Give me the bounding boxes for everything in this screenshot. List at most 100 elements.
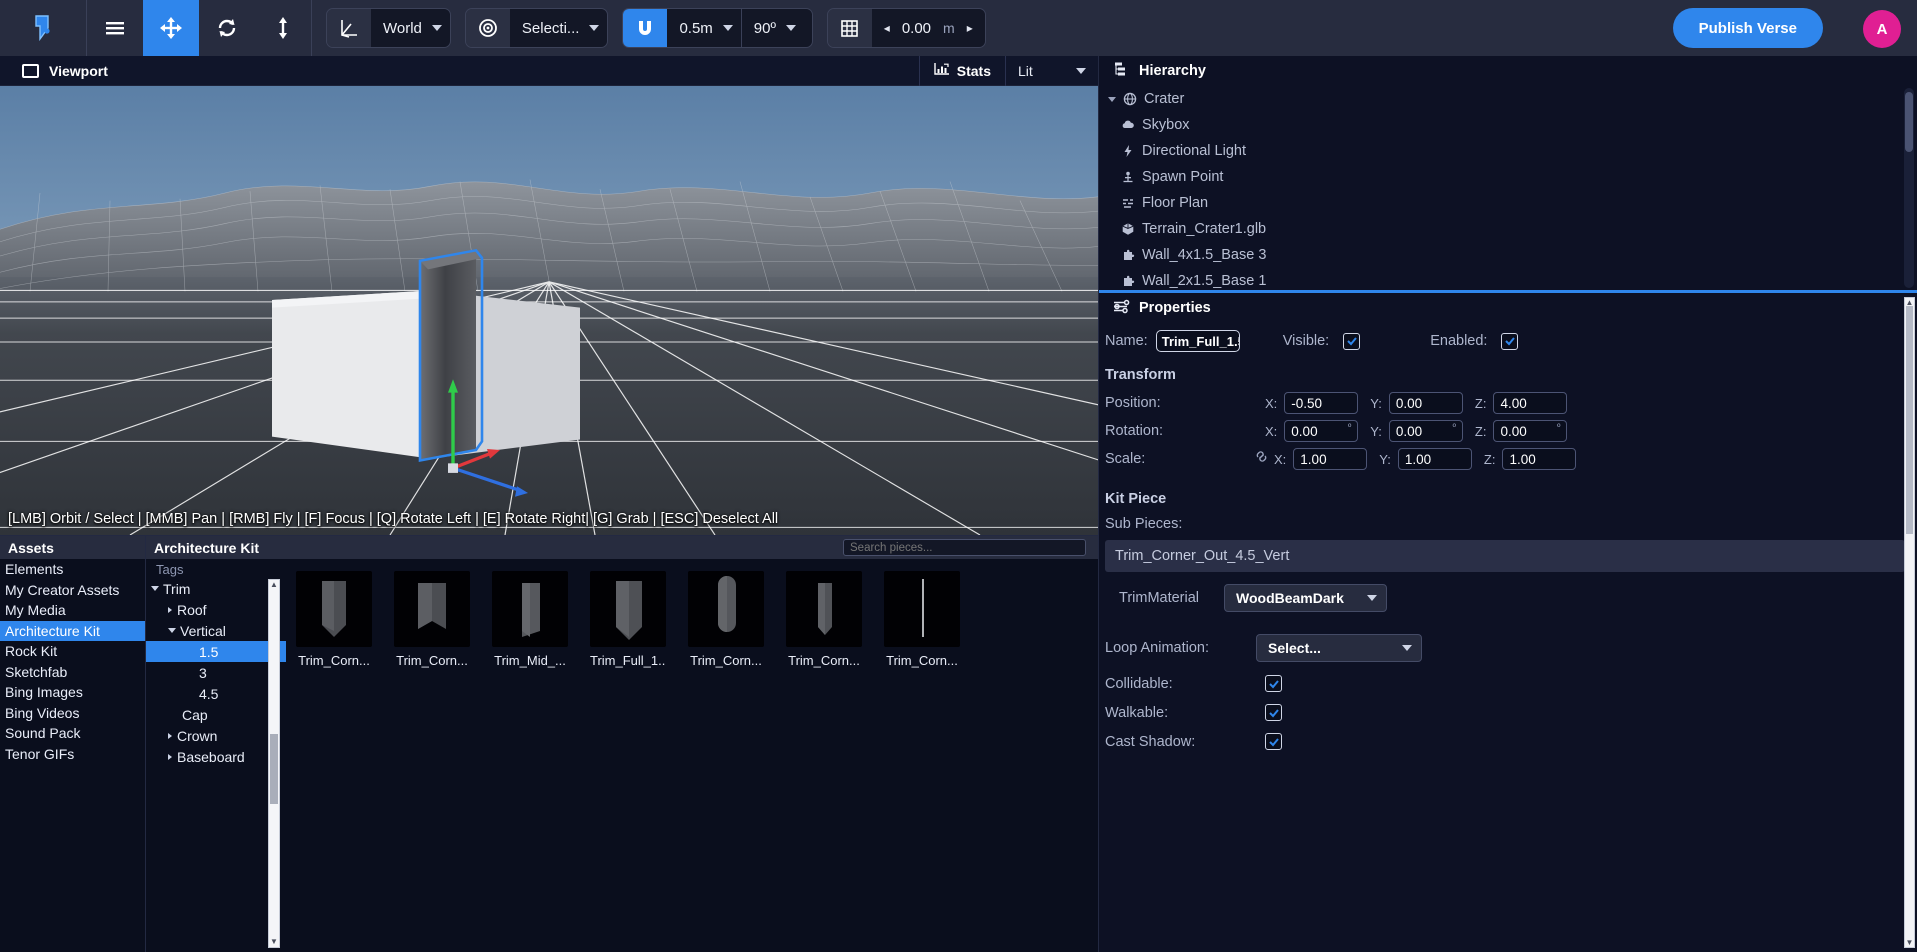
piece-tile[interactable]: Trim_Corn... <box>786 571 862 668</box>
tags-scrollbar[interactable]: ▲ ▼ <box>268 579 280 948</box>
chevron-right-icon[interactable] <box>168 732 172 739</box>
hierarchy-item-terrain-crater1-glb[interactable]: Terrain_Crater1.glb <box>1099 216 1917 242</box>
mesh-cube-icon <box>1121 222 1135 236</box>
asset-category-architecture-kit[interactable]: Architecture Kit <box>0 620 145 641</box>
hierarchy-item-wall-2x1-5-base-1[interactable]: Wall_2x1.5_Base 1 <box>1099 268 1917 290</box>
piece-tile[interactable]: Trim_Corn... <box>296 571 372 668</box>
scroll-down-icon[interactable]: ▼ <box>270 937 278 947</box>
tag-item-3[interactable]: 3 <box>146 662 286 683</box>
asset-category-tenor-gifs[interactable]: Tenor GIFs <box>0 744 145 765</box>
chevron-right-icon[interactable] <box>168 606 172 613</box>
asset-category-my-creator-assets[interactable]: My Creator Assets <box>0 580 145 601</box>
collidable-checkbox[interactable] <box>1265 675 1282 692</box>
tags-scroll-thumb[interactable] <box>270 734 278 805</box>
app-logo-icon[interactable] <box>0 0 86 56</box>
scroll-down-icon[interactable]: ▼ <box>1905 938 1914 947</box>
rotation-z-input[interactable]: 0.00 º <box>1493 420 1568 442</box>
tag-item-vertical[interactable]: Vertical <box>146 620 286 641</box>
piece-tile[interactable]: Trim_Corn... <box>688 571 764 668</box>
stats-button[interactable]: Stats <box>920 56 1005 86</box>
piece-thumbnail[interactable] <box>394 571 470 647</box>
scale-z-input[interactable]: 1.00 <box>1502 448 1577 470</box>
asset-category-bing-videos[interactable]: Bing Videos <box>0 703 145 724</box>
chain-link-icon[interactable] <box>1255 450 1268 468</box>
move-tool-icon[interactable] <box>143 0 199 56</box>
name-field[interactable]: Trim_Full_1.5 <box>1155 330 1240 352</box>
piece-thumbnail[interactable] <box>296 571 372 647</box>
grid-height-stepper[interactable]: ◂ 0.00 m ▸ <box>871 9 985 47</box>
pivot-target-icon[interactable] <box>465 9 510 47</box>
asset-category-my-media[interactable]: My Media <box>0 600 145 621</box>
stats-chart-icon <box>934 62 950 81</box>
piece-thumbnail[interactable] <box>688 571 764 647</box>
sub-piece-item[interactable]: Trim_Corner_Out_4.5_Vert <box>1105 540 1905 572</box>
walkable-checkbox[interactable] <box>1265 704 1282 721</box>
properties-scrollbar[interactable]: ▲ ▼ <box>1904 297 1915 948</box>
grid-decrease-button[interactable]: ◂ <box>884 22 890 34</box>
position-z-input[interactable]: 4.00 <box>1493 392 1568 414</box>
chevron-right-icon[interactable] <box>168 753 172 760</box>
chevron-down-icon[interactable] <box>1108 96 1116 102</box>
publish-verse-button[interactable]: Publish Verse <box>1672 8 1823 48</box>
scroll-up-icon[interactable]: ▲ <box>270 580 278 590</box>
position-y-input[interactable]: 0.00 <box>1388 392 1463 414</box>
piece-thumbnail[interactable] <box>492 571 568 647</box>
axis-gizmo-icon[interactable] <box>327 9 371 47</box>
cast-shadow-checkbox[interactable] <box>1265 733 1282 750</box>
snap-distance-select[interactable]: 0.5m <box>667 9 741 47</box>
hierarchy-item-crater[interactable]: Crater <box>1099 86 1917 112</box>
piece-tile[interactable]: Trim_Full_1... <box>590 571 666 668</box>
rotate-tool-icon[interactable] <box>199 0 255 56</box>
magnet-snap-icon[interactable] <box>623 9 668 47</box>
pivot-mode-select[interactable]: Selecti... <box>509 9 608 47</box>
tag-item-4.5[interactable]: 4.5 <box>146 683 286 704</box>
asset-category-elements[interactable]: Elements <box>0 559 145 580</box>
search-input[interactable] <box>843 539 1086 556</box>
scale-y-input[interactable]: 1.00 <box>1397 448 1472 470</box>
hamburger-menu-icon[interactable] <box>87 0 143 56</box>
grid-icon[interactable] <box>827 9 872 47</box>
hierarchy-item-floor-plan[interactable]: Floor Plan <box>1099 190 1917 216</box>
hierarchy-item-wall-4x1-5-base-3[interactable]: Wall_4x1.5_Base 3 <box>1099 242 1917 268</box>
asset-category-sketchfab[interactable]: Sketchfab <box>0 662 145 683</box>
viewport-canvas[interactable]: [LMB] Orbit / Select | [MMB] Pan | [RMB]… <box>0 86 1098 535</box>
tag-item-crown[interactable]: Crown <box>146 725 286 746</box>
piece-tile[interactable]: Trim_Corn... <box>394 571 470 668</box>
visible-checkbox[interactable] <box>1343 332 1361 350</box>
piece-thumbnail[interactable] <box>786 571 862 647</box>
hierarchy-item-directional-light[interactable]: Directional Light <box>1099 138 1917 164</box>
scale-tool-icon[interactable] <box>255 0 311 56</box>
asset-category-bing-images[interactable]: Bing Images <box>0 682 145 703</box>
piece-tile[interactable]: Trim_Mid_... <box>492 571 568 668</box>
snap-angle-select[interactable]: 90º <box>741 9 812 47</box>
piece-thumbnail[interactable] <box>590 571 666 647</box>
grid-increase-button[interactable]: ▸ <box>967 22 973 34</box>
shading-mode-select[interactable]: Lit <box>1006 56 1098 86</box>
trim-material-select[interactable]: WoodBeamDark <box>1224 584 1387 612</box>
hierarchy-scrollbar[interactable] <box>1904 88 1914 288</box>
tag-item-1.5[interactable]: 1.5 <box>146 641 286 662</box>
piece-thumbnail[interactable] <box>884 571 960 647</box>
tag-item-trim[interactable]: Trim <box>146 578 286 599</box>
coordinate-space-select[interactable]: World <box>371 9 450 47</box>
enabled-checkbox[interactable] <box>1501 332 1519 350</box>
tag-item-baseboard[interactable]: Baseboard <box>146 746 286 767</box>
asset-category-sound-pack[interactable]: Sound Pack <box>0 723 145 744</box>
scale-x-input[interactable]: 1.00 <box>1293 448 1368 470</box>
rotation-y-input[interactable]: 0.00 º <box>1388 420 1463 442</box>
avatar[interactable]: A <box>1863 10 1901 48</box>
hierarchy-scroll-thumb[interactable] <box>1905 92 1913 152</box>
loop-animation-select[interactable]: Select... <box>1256 634 1422 662</box>
rotation-x-input[interactable]: 0.00 º <box>1284 420 1359 442</box>
tag-item-cap[interactable]: Cap <box>146 704 286 725</box>
hierarchy-list[interactable]: Crater Skybox Directional Light Spawn Point… <box>1099 86 1917 290</box>
piece-tile[interactable]: Trim_Corn... <box>884 571 960 668</box>
properties-scroll-thumb[interactable] <box>1906 306 1913 534</box>
tag-item-roof[interactable]: Roof <box>146 599 286 620</box>
chevron-down-icon[interactable] <box>168 628 176 633</box>
hierarchy-item-skybox[interactable]: Skybox <box>1099 112 1917 138</box>
position-x-input[interactable]: -0.50 <box>1284 392 1359 414</box>
hierarchy-item-spawn-point[interactable]: Spawn Point <box>1099 164 1917 190</box>
asset-category-rock-kit[interactable]: Rock Kit <box>0 641 145 662</box>
chevron-down-icon[interactable] <box>151 586 159 591</box>
